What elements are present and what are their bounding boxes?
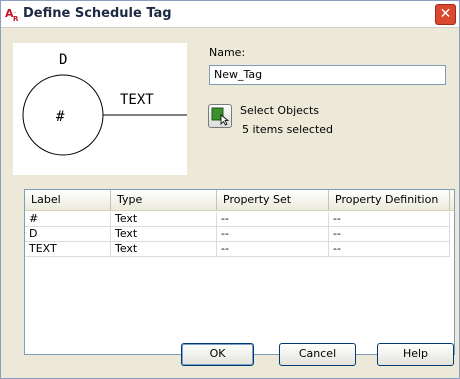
title-bar: A R .. Define Schedule Tag ✕ (1, 1, 459, 28)
cell-label: D (25, 227, 111, 242)
help-button[interactable]: Help (377, 343, 454, 366)
column-header-property-definition[interactable]: Property Definition (329, 190, 450, 210)
tag-preview: D TEXT # (13, 43, 187, 175)
cell-property-set: -- (217, 212, 329, 227)
cell-label: TEXT (25, 242, 111, 257)
window-title: Define Schedule Tag (23, 6, 172, 21)
cell-property-definition: -- (329, 242, 450, 257)
property-table[interactable]: Label Type Property Set Property Definit… (24, 189, 455, 355)
selected-count: 5 items selected (242, 123, 334, 136)
cell-type: Text (111, 242, 217, 257)
cell-type: Text (111, 212, 217, 227)
table-header: Label Type Property Set Property Definit… (25, 190, 454, 211)
name-label: Name: (209, 46, 246, 59)
column-header-label[interactable]: Label (25, 190, 111, 210)
select-objects-icon (211, 107, 230, 126)
ok-button[interactable]: OK (181, 343, 254, 366)
app-icon: A R .. (5, 7, 19, 22)
cell-property-set: -- (217, 227, 329, 242)
close-button[interactable]: ✕ (435, 4, 456, 25)
table-row[interactable]: D Text -- -- (25, 227, 454, 242)
table-row[interactable]: TEXT Text -- -- (25, 242, 454, 257)
select-objects-button[interactable] (208, 104, 232, 128)
preview-top-label: D (59, 52, 67, 68)
cell-property-set: -- (217, 242, 329, 257)
select-objects-label: Select Objects (240, 104, 319, 117)
column-header-property-set[interactable]: Property Set (217, 190, 329, 210)
cancel-button[interactable]: Cancel (279, 343, 356, 366)
cell-label: # (25, 212, 111, 227)
cell-property-definition: -- (329, 212, 450, 227)
close-icon: ✕ (439, 6, 452, 22)
tag-preview-graphic: D TEXT # (22, 52, 187, 156)
cell-type: Text (111, 227, 217, 242)
name-field[interactable]: New_Tag (209, 65, 446, 85)
svg-text:R: R (13, 15, 19, 22)
column-header-type[interactable]: Type (111, 190, 217, 210)
cell-property-definition: -- (329, 227, 450, 242)
svg-text:..: .. (13, 8, 17, 15)
preview-side-label: TEXT (120, 92, 154, 108)
preview-circle-label: # (56, 109, 65, 125)
define-schedule-tag-dialog: A R .. Define Schedule Tag ✕ D TEXT # Na… (0, 0, 460, 379)
table-row[interactable]: # Text -- -- (25, 212, 454, 227)
